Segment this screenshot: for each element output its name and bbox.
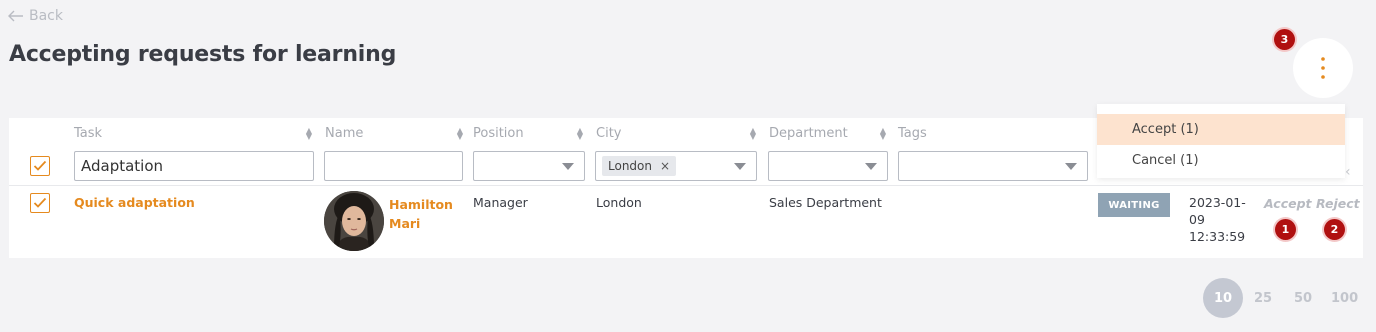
city-value: London [596, 195, 642, 210]
sort-icon: ▲ ▼ [879, 125, 886, 141]
position-value: Manager [473, 195, 528, 210]
chevron-down-icon [734, 163, 746, 170]
column-header-tags[interactable]: Tags [898, 126, 958, 141]
user-name-link[interactable]: Hamilton Mari [389, 195, 453, 233]
more-menu-button[interactable] [1293, 38, 1353, 98]
avatar [324, 191, 384, 251]
task-filter-input[interactable] [74, 151, 314, 181]
page-size-10[interactable]: 10 [1203, 278, 1243, 318]
column-header-task[interactable]: Task ▲ ▼ [74, 126, 312, 141]
column-header-label: Task [74, 126, 103, 141]
column-header-label: Department [769, 126, 848, 141]
chevron-down-icon [1065, 163, 1077, 170]
sort-icon: ▲ ▼ [305, 125, 312, 141]
back-label: Back [29, 8, 63, 24]
menu-count-badge: 3 [1274, 29, 1295, 50]
column-header-label: Tags [898, 126, 927, 141]
user-first-name: Hamilton [389, 197, 453, 212]
check-icon [33, 197, 47, 208]
row-checkbox[interactable] [30, 193, 50, 213]
chevron-down-icon [865, 163, 877, 170]
menu-item-accept[interactable]: Accept (1) [1097, 114, 1345, 145]
time-part: 12:33:59 [1189, 229, 1246, 244]
department-value: Sales Department [769, 195, 882, 210]
row-divider [9, 185, 1363, 186]
column-header-city[interactable]: City ▲ ▼ [596, 126, 756, 141]
date-part: 2023-01- [1189, 195, 1246, 210]
user-photo-icon [324, 191, 384, 251]
task-filter-text[interactable] [75, 157, 313, 175]
page-size-50[interactable]: 50 [1294, 291, 1312, 306]
position-filter-select[interactable] [473, 151, 585, 181]
column-header-position[interactable]: Position ▲ ▼ [473, 126, 583, 141]
column-header-label: City [596, 126, 622, 141]
chip-label: London [608, 159, 652, 173]
select-all-checkbox[interactable] [30, 156, 50, 176]
request-date: 2023-01- 09 12:33:59 [1189, 194, 1246, 245]
page-size-25[interactable]: 25 [1254, 291, 1272, 306]
name-filter-text[interactable] [325, 157, 462, 175]
page-title: Accepting requests for learning [9, 42, 397, 67]
name-filter-input[interactable] [324, 151, 463, 181]
check-icon [33, 160, 47, 171]
back-link[interactable]: Back [8, 8, 63, 24]
user-last-name: Mari [389, 216, 421, 231]
accept-count-badge: 1 [1275, 219, 1296, 240]
page-size-100[interactable]: 100 [1331, 291, 1358, 306]
column-header-label: Name [325, 126, 364, 141]
menu-item-cancel[interactable]: Cancel (1) [1097, 145, 1345, 176]
reject-button[interactable]: Reject [1316, 196, 1360, 211]
sort-icon: ▲ ▼ [456, 125, 463, 141]
city-filter-chip: London × [602, 156, 677, 176]
department-filter-select[interactable] [768, 151, 888, 181]
arrow-left-icon [8, 10, 23, 22]
column-header-name[interactable]: Name ▲ ▼ [325, 126, 463, 141]
sort-icon: ▲ ▼ [576, 125, 583, 141]
kebab-icon [1321, 57, 1325, 79]
date-part: 09 [1189, 212, 1205, 227]
remove-chip-icon[interactable]: × [660, 159, 670, 173]
reject-count-badge: 2 [1324, 219, 1345, 240]
actions-dropdown: Accept (1) Cancel (1) [1097, 104, 1345, 178]
chevron-down-icon [562, 163, 574, 170]
accept-button[interactable]: Accept [1264, 196, 1312, 211]
city-filter-select[interactable]: London × [595, 151, 757, 181]
column-header-department[interactable]: Department ▲ ▼ [769, 126, 886, 141]
status-badge: WAITING [1098, 193, 1170, 217]
column-header-label: Position [473, 126, 524, 141]
sort-icon: ▲ ▼ [749, 125, 756, 141]
tags-filter-select[interactable] [898, 151, 1088, 181]
scroll-left-icon[interactable]: ‹ [1345, 164, 1351, 180]
task-link[interactable]: Quick adaptation [74, 195, 195, 210]
